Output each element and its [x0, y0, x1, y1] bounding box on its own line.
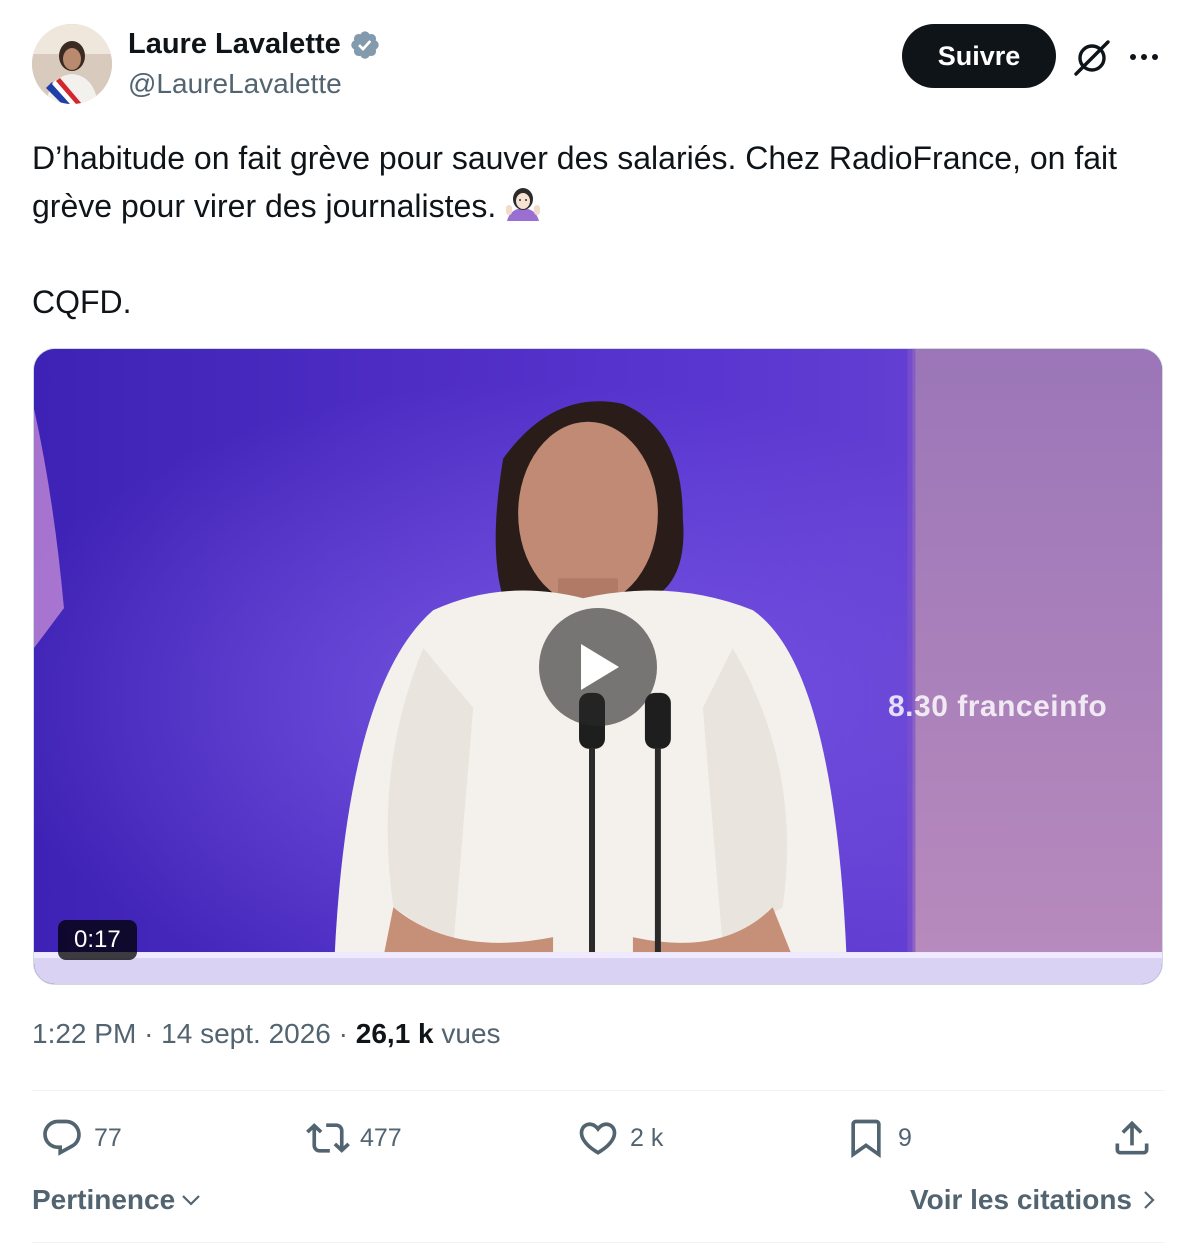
- author-name-row[interactable]: Laure Lavalette: [128, 28, 381, 61]
- repost-count: 477: [360, 1123, 402, 1152]
- sort-label: Pertinence: [32, 1184, 176, 1215]
- repost-icon: [306, 1123, 350, 1153]
- chevron-down-icon: [182, 1195, 200, 1206]
- play-icon: [581, 644, 619, 690]
- share-icon: [1115, 1120, 1149, 1155]
- meta-separator: ·: [144, 1018, 162, 1049]
- like-button[interactable]: 2 k: [576, 1116, 663, 1160]
- repost-button[interactable]: 477: [306, 1116, 402, 1160]
- shrug-emoji-icon: [506, 188, 541, 221]
- verified-badge-icon: [351, 30, 379, 59]
- reply-icon: [43, 1119, 81, 1156]
- chevron-right-icon: [1144, 1191, 1155, 1209]
- like-count: 2 k: [630, 1123, 664, 1152]
- grok-icon[interactable]: [1070, 36, 1114, 80]
- more-icon[interactable]: [1124, 40, 1164, 74]
- avatar-image: [32, 24, 112, 104]
- view-quotes-link[interactable]: Voir les citations: [910, 1184, 1158, 1216]
- bookmark-count: 9: [898, 1123, 912, 1152]
- play-button[interactable]: [539, 608, 657, 726]
- views-count[interactable]: 26,1 k: [356, 1018, 434, 1049]
- divider: [32, 1242, 1164, 1243]
- reply-count: 77: [94, 1123, 122, 1152]
- tweet-time[interactable]: 1:22 PM: [32, 1018, 136, 1049]
- tweet-date[interactable]: 14 sept. 2026: [161, 1018, 331, 1049]
- display-name[interactable]: Laure Lavalette: [128, 28, 341, 61]
- video-channel-overlay: 8.30 franceinfo: [888, 690, 1108, 723]
- quotes-label: Voir les citations: [910, 1184, 1132, 1215]
- like-icon: [579, 1122, 617, 1155]
- follow-button[interactable]: Suivre: [902, 24, 1056, 88]
- reply-button[interactable]: 77: [40, 1116, 122, 1160]
- tweet-text-line1: D’habitude on fait grève pour sauver des…: [32, 140, 1126, 224]
- tweet-text-line2: CQFD.: [32, 284, 132, 320]
- bookmark-icon: [851, 1119, 881, 1159]
- author-handle[interactable]: @LaureLavalette: [128, 68, 342, 100]
- sort-dropdown[interactable]: Pertinence: [32, 1184, 203, 1216]
- bookmark-button[interactable]: 9: [844, 1116, 912, 1160]
- tweet-meta: 1:22 PM · 14 sept. 2026 · 26,1 k vues: [32, 1018, 501, 1050]
- tweet-text: D’habitude on fait grève pour sauver des…: [32, 134, 1172, 326]
- divider: [32, 1090, 1164, 1091]
- video-duration-badge: 0:17: [58, 920, 137, 960]
- views-label: vues: [441, 1018, 501, 1049]
- share-button[interactable]: [1110, 1116, 1154, 1160]
- meta-separator: ·: [338, 1018, 356, 1049]
- avatar[interactable]: [32, 24, 112, 104]
